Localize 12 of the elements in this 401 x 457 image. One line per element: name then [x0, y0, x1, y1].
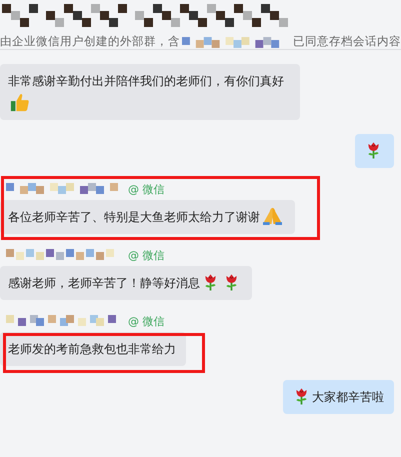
sender-source: @ 微信 — [128, 248, 164, 262]
message-text: 老师发的考前急救包也非常给力 — [8, 342, 176, 356]
message-text: 非常感谢辛勤付出并陪伴我们的老师们，有你们真好 — [8, 74, 284, 88]
message-text: 大家都辛苦啦 — [312, 390, 384, 404]
sender-source: @ 微信 — [128, 314, 164, 328]
sender-source: @ 微信 — [128, 182, 164, 196]
thumbs-up-icon — [10, 92, 30, 112]
group-notice: 由企业微信用户创建的外部群，含 — [0, 34, 180, 49]
praying-hands-icon — [262, 206, 283, 226]
message-text: 感谢老师，老师辛苦了！静等好消息 — [8, 276, 200, 290]
message-text: 各位老师辛苦了、特别是大鱼老师太给力了谢谢 — [8, 210, 260, 224]
group-notice: 已同意存档会话内容 — [293, 34, 401, 49]
